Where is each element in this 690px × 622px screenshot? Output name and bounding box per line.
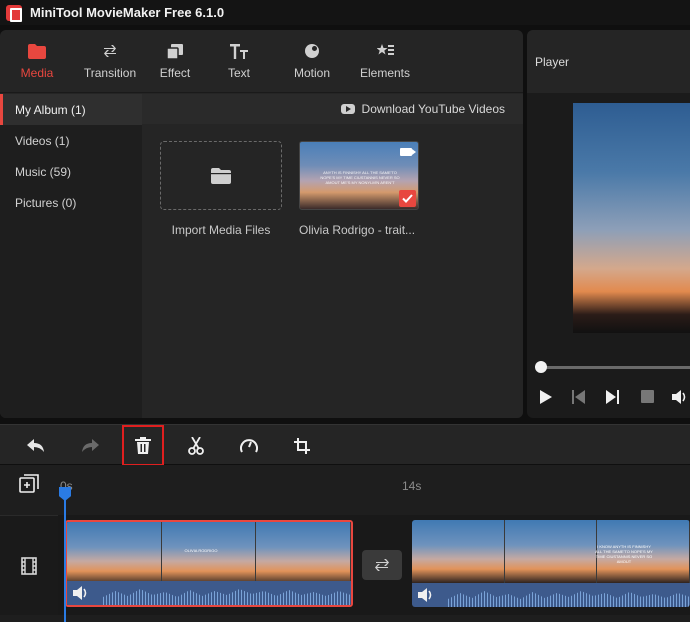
sidebar-item-my-album[interactable]: My Album (1) — [0, 94, 142, 125]
clip-frames — [67, 522, 351, 585]
next-icon — [606, 390, 619, 404]
text-icon — [230, 42, 248, 60]
layers-icon — [166, 42, 184, 60]
download-youtube-button[interactable]: Download YouTube Videos — [142, 94, 523, 124]
folder-icon — [211, 167, 231, 184]
film-strip-icon — [21, 556, 37, 575]
tab-elements[interactable]: Elements — [358, 30, 412, 93]
youtube-icon — [340, 104, 355, 114]
clip-caption: I KNOW ANYTH IS FINNISHY ALL THE SAME'TO… — [595, 544, 653, 564]
import-media-label: Import Media Files — [171, 223, 271, 237]
redo-button[interactable] — [75, 431, 105, 461]
video-track-header — [0, 515, 58, 615]
playhead-handle[interactable] — [59, 487, 71, 501]
tab-text[interactable]: Text — [224, 30, 254, 93]
added-check-icon — [399, 190, 416, 207]
previous-icon — [572, 390, 585, 404]
scissors-icon — [188, 437, 204, 455]
tab-effect-label: Effect — [159, 66, 191, 80]
swap-arrows-icon — [101, 42, 119, 60]
tab-transition-label: Transition — [83, 66, 137, 80]
player-title: Player — [527, 30, 690, 93]
play-button[interactable] — [540, 390, 552, 407]
tab-media[interactable]: Media — [18, 30, 56, 93]
tab-media-label: Media — [20, 66, 54, 80]
redo-icon — [82, 439, 99, 452]
sidebar-item-videos[interactable]: Videos (1) — [0, 125, 142, 156]
timeline-time-marker: 14s — [402, 479, 422, 493]
stop-button[interactable] — [641, 390, 654, 406]
speaker-icon — [418, 588, 432, 602]
timeline-clip-1[interactable]: OLIVIA RODRIGO — [65, 520, 353, 607]
split-button[interactable] — [181, 431, 211, 461]
elements-icon — [376, 42, 394, 60]
add-track-icon — [19, 474, 39, 493]
download-youtube-label: Download YouTube Videos — [361, 102, 505, 116]
next-frame-button[interactable] — [606, 390, 619, 407]
tab-transition[interactable]: Transition — [82, 30, 138, 93]
folder-icon — [28, 42, 46, 60]
clip-caption: OLIVIA RODRIGO — [184, 548, 218, 553]
tab-bar: Media Transition Effect Text Motion Elem… — [0, 30, 523, 93]
media-grid: Download YouTube Videos Import Media Fil… — [142, 94, 523, 418]
media-sidebar: My Album (1) Videos (1) Music (59) Pictu… — [0, 94, 142, 418]
add-transition-button[interactable] — [362, 550, 402, 580]
clip-audio-waveform — [67, 581, 351, 605]
sidebar-item-pictures[interactable]: Pictures (0) — [0, 187, 142, 218]
player-preview — [573, 103, 690, 333]
delete-button[interactable] — [122, 425, 164, 466]
thumbnail-caption: ANYTH IS FINNISHY ALL THE SAME'TO NOPE'S… — [320, 170, 400, 185]
tab-effect[interactable]: Effect — [156, 30, 194, 93]
app-logo-icon — [6, 4, 22, 22]
tab-text-label: Text — [227, 66, 250, 80]
media-clip-label: Olivia Rodrigo - trait... — [299, 223, 416, 237]
title-bar: MiniTool MovieMaker Free 6.1.0 — [0, 0, 690, 25]
motion-icon — [303, 42, 321, 60]
app-title: MiniTool MovieMaker Free 6.1.0 — [30, 5, 225, 20]
volume-button[interactable] — [672, 390, 690, 407]
player-progress-bar[interactable] — [540, 366, 690, 369]
play-icon — [540, 390, 552, 404]
timeline-toolbar — [0, 424, 690, 466]
timeline: 0s 14s OLIVIA RODRIGO I KNOW ANYTH IS FI… — [0, 465, 690, 622]
add-track-button[interactable] — [19, 474, 39, 494]
undo-icon — [27, 439, 44, 452]
playhead-line — [64, 500, 66, 622]
speaker-icon — [73, 586, 87, 600]
clip-audio-waveform — [412, 583, 690, 607]
media-library-panel: Media Transition Effect Text Motion Elem… — [0, 30, 523, 418]
crop-button[interactable] — [287, 431, 317, 461]
timeline-clip-2[interactable]: I KNOW ANYTH IS FINNISHY ALL THE SAME'TO… — [412, 520, 690, 607]
import-media-button[interactable] — [160, 141, 282, 210]
tab-motion[interactable]: Motion — [292, 30, 332, 93]
tab-motion-label: Motion — [293, 66, 331, 80]
stop-icon — [641, 390, 654, 403]
video-camera-icon — [400, 148, 416, 156]
speedometer-icon — [240, 439, 258, 453]
speed-button[interactable] — [234, 431, 264, 461]
sidebar-item-music[interactable]: Music (59) — [0, 156, 142, 187]
speaker-icon — [672, 390, 686, 404]
player-progress-handle[interactable] — [535, 361, 547, 373]
player-panel: Player — [527, 30, 690, 418]
undo-button[interactable] — [21, 431, 51, 461]
tab-elements-label: Elements — [359, 66, 411, 80]
previous-frame-button[interactable] — [572, 390, 585, 407]
media-clip-thumbnail[interactable]: ANYTH IS FINNISHY ALL THE SAME'TO NOPE'S… — [299, 141, 419, 210]
trash-icon — [135, 437, 151, 454]
swap-arrows-icon — [375, 559, 389, 571]
crop-icon — [294, 438, 310, 454]
